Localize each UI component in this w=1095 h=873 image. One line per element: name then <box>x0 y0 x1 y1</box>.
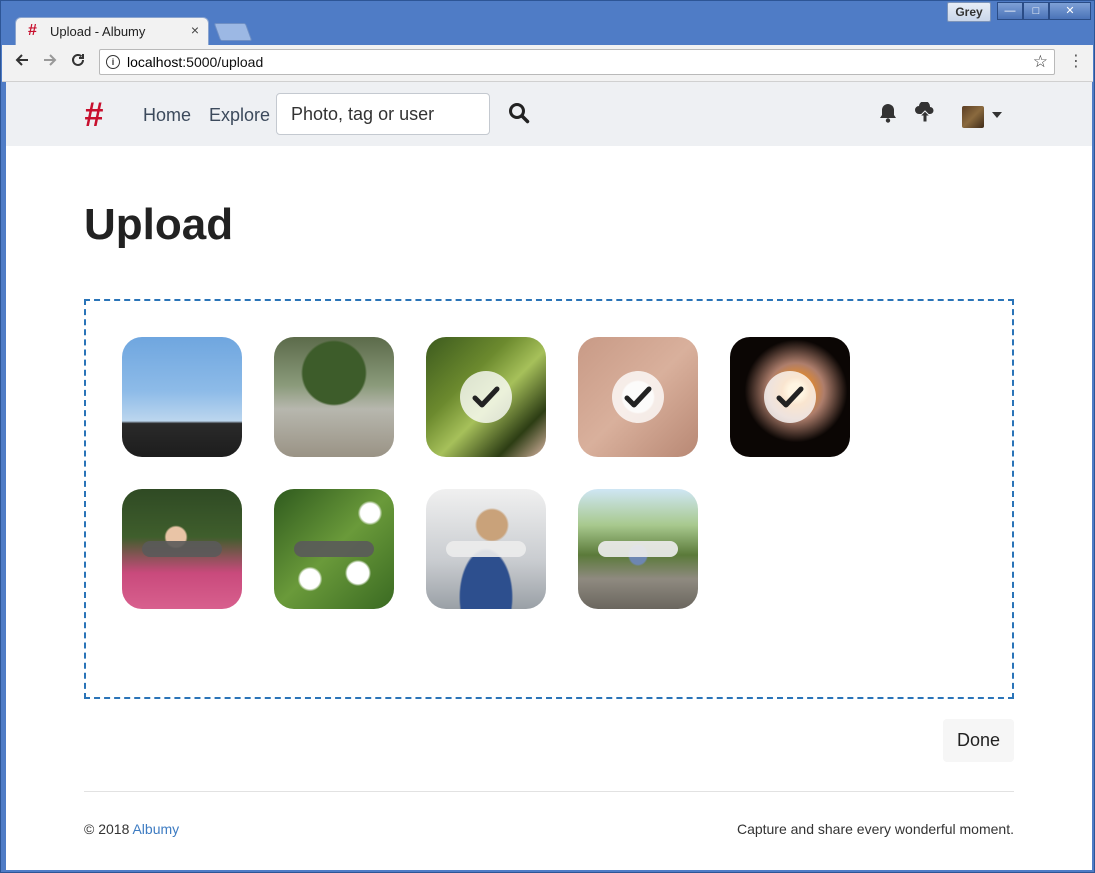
upload-progress-bar <box>142 541 222 557</box>
navbar: # Home Explore <box>6 82 1092 146</box>
upload-thumbnail <box>578 337 698 457</box>
tab-close-icon[interactable]: × <box>191 22 199 38</box>
browser-window: Grey — □ ✕ # Upload - Albumy × i localho… <box>0 0 1095 873</box>
upload-progress-bar <box>598 541 678 557</box>
favicon-icon: # <box>28 22 37 39</box>
browser-tab[interactable]: # Upload - Albumy × <box>15 17 209 45</box>
notification-bell-icon[interactable] <box>878 102 900 126</box>
browser-toolbar: i localhost:5000/upload ☆ ⋮ <box>2 45 1093 82</box>
upload-thumbnail <box>578 489 698 609</box>
tab-title: Upload - Albumy <box>50 24 146 39</box>
photo-tree-rain <box>274 337 394 457</box>
footer-brand-link[interactable]: Albumy <box>132 821 179 837</box>
address-bar[interactable]: i localhost:5000/upload ☆ <box>99 49 1055 75</box>
upload-thumbnail <box>274 489 394 609</box>
forward-arrow-icon[interactable] <box>42 52 58 72</box>
uploaded-check-icon <box>764 371 816 423</box>
upload-thumbnail <box>122 337 242 457</box>
page-viewport: # Home Explore Upload <box>6 82 1092 870</box>
upload-progress-bar <box>294 541 374 557</box>
nav-link-home[interactable]: Home <box>143 105 191 126</box>
info-icon[interactable]: i <box>106 55 120 69</box>
brand-logo[interactable]: # <box>84 98 103 132</box>
url-host: localhost <box>127 54 183 70</box>
bookmark-star-icon[interactable]: ☆ <box>1033 52 1048 72</box>
footer-tagline: Capture and share every wonderful moment… <box>736 821 1014 837</box>
upload-cloud-icon[interactable] <box>914 100 938 126</box>
url-text: localhost:5000/upload <box>127 54 263 70</box>
upload-thumbnail <box>274 337 394 457</box>
user-avatar[interactable] <box>962 106 984 128</box>
uploaded-check-icon <box>460 371 512 423</box>
upload-dropzone[interactable] <box>84 299 1014 699</box>
new-tab-button[interactable] <box>213 23 253 41</box>
minimize-button[interactable]: — <box>997 2 1023 20</box>
upload-thumbnail <box>426 337 546 457</box>
footer-copyright: © 2018 Albumy <box>84 821 179 837</box>
page-title: Upload <box>84 200 234 249</box>
profile-badge[interactable]: Grey <box>947 2 991 22</box>
close-window-button[interactable]: ✕ <box>1049 2 1091 20</box>
maximize-button[interactable]: □ <box>1023 2 1049 20</box>
footer-divider <box>84 791 1014 792</box>
uploaded-check-icon <box>612 371 664 423</box>
search-input[interactable] <box>276 93 490 135</box>
upload-thumbnail <box>730 337 850 457</box>
caret-down-icon[interactable] <box>992 112 1002 118</box>
browser-menu-icon[interactable]: ⋮ <box>1068 53 1084 71</box>
upload-progress-bar <box>446 541 526 557</box>
photo-hand-sky <box>122 337 242 457</box>
url-path: :5000/upload <box>182 54 264 70</box>
back-arrow-icon[interactable] <box>14 52 30 72</box>
copyright-text: © 2018 <box>84 821 133 837</box>
upload-thumbnail <box>426 489 546 609</box>
title-bar: Grey — □ ✕ # Upload - Albumy × <box>1 1 1094 45</box>
nav-link-explore[interactable]: Explore <box>209 105 270 126</box>
search-icon[interactable] <box>508 102 532 126</box>
reload-icon[interactable] <box>70 52 86 72</box>
upload-thumbnail <box>122 489 242 609</box>
done-button[interactable]: Done <box>943 719 1014 762</box>
